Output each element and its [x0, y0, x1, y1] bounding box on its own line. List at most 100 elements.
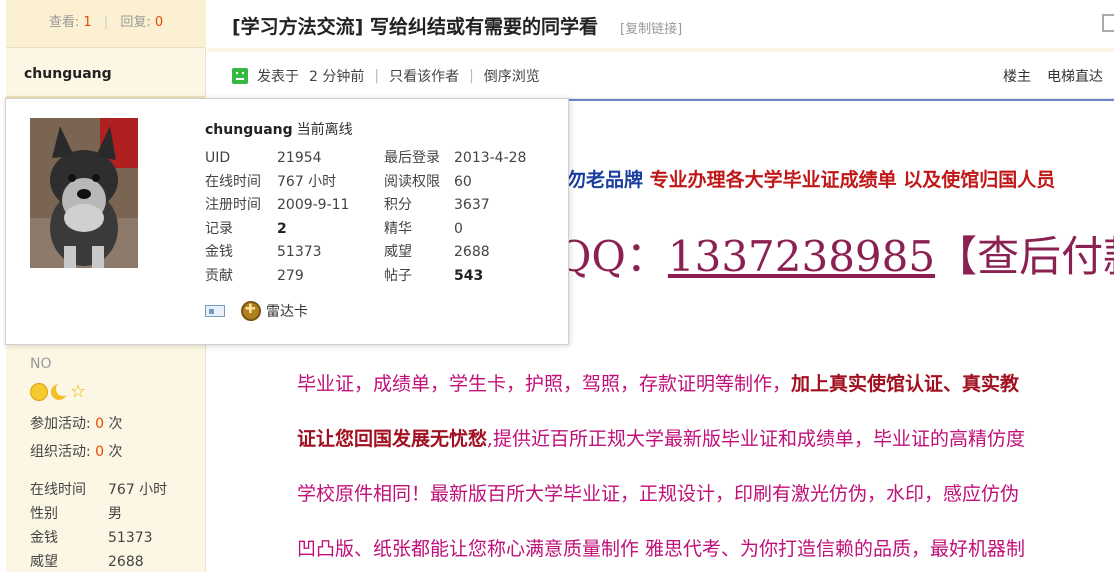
profile-key: 威望 — [30, 554, 58, 570]
post-line: 毕业证，成绩单，学生卡，护照，驾照，存款证明等制作，加上真实使馆认证、真实教 — [297, 357, 1114, 412]
info-value: 0 — [454, 220, 463, 237]
moon-medal-icon[interactable] — [50, 382, 70, 401]
meta-divider: | — [469, 68, 474, 84]
info-row: 记录 2 — [205, 218, 349, 242]
post-line: 证让您回国发展无忧愁,提供近百所正规大学最新版毕业证和成绩单，毕业证的高精仿度 — [297, 412, 1114, 467]
profile-value: 767 小时 — [108, 482, 168, 498]
stats-divider: | — [103, 15, 109, 30]
print-icon[interactable] — [1102, 14, 1114, 32]
activity-organized: 组织活动: 0 次 — [30, 438, 206, 466]
radar-card-link[interactable]: 雷达卡 — [266, 301, 308, 321]
replies-count: 0 — [154, 15, 164, 30]
info-key: 记录 — [205, 220, 233, 237]
info-key: 最后登录 — [384, 150, 440, 166]
info-value: 51373 — [277, 244, 322, 260]
post-body: 毕业证，成绩单，学生卡，护照，驾照，存款证明等制作，加上真实使馆认证、真实教 证… — [297, 357, 1114, 572]
thread-title: [学习方法交流] 写给纠结或有需要的同学看 — [232, 16, 598, 38]
info-row: 积分 3637 — [384, 194, 526, 218]
vcard-icon[interactable] — [205, 305, 225, 317]
card-info-right: 最后登录 2013-4-28 阅读权限 60 积分 3637 精华 0 威望 2688 帖… — [384, 147, 526, 288]
profile-key: 金钱 — [30, 530, 58, 546]
user-info-popup: chunguang 当前离线 UID 21954 在线时间 767 小时 注册时间 20… — [5, 98, 569, 345]
only-author-link[interactable]: 只看该作者 — [389, 66, 459, 86]
profile-key: 性别 — [30, 506, 58, 522]
card-username[interactable]: chunguang — [205, 122, 293, 138]
post-nav: 楼主 电梯直达 — [1003, 66, 1103, 86]
info-value-link[interactable]: 543 — [454, 265, 483, 289]
info-value: 60 — [454, 173, 472, 190]
info-row: 精华 0 — [384, 218, 526, 242]
star-medal-icon[interactable]: ☆ — [70, 383, 86, 401]
ad-banner-border — [537, 99, 1114, 163]
no-label: NO — [30, 356, 52, 372]
post-line-bold: 证让您回国发展无忧愁 — [297, 428, 488, 450]
profile-key: 在线时间 — [30, 482, 86, 498]
posted-label: 发表于 — [257, 69, 299, 85]
activity-joined-unit: 次 — [108, 416, 123, 432]
online-status: 当前离线 — [296, 122, 353, 138]
elevator-link[interactable]: 电梯直达 — [1047, 66, 1103, 86]
forum-thread-page: 查看: 1 | 回复: 0 chunguang NO ☆ 参加活动: 0 次 组… — [0, 0, 1114, 572]
info-value-link[interactable]: 2 — [277, 218, 287, 242]
online-status-icon — [232, 68, 248, 84]
info-key: UID — [205, 150, 231, 166]
activity-organized-count[interactable]: 0 — [95, 444, 104, 460]
info-row: 贡献 279 — [205, 265, 349, 289]
profile-value: 2688 — [108, 554, 144, 570]
info-value: 279 — [277, 267, 304, 284]
info-key: 威望 — [384, 244, 412, 260]
profile-row: 威望 2688 — [30, 550, 206, 572]
dog-avatar-image — [30, 118, 138, 268]
post-line-text: ,提供近百所正规大学最新版毕业证和成绩单，毕业证的高精仿度 — [487, 428, 1026, 450]
info-key: 在线时间 — [205, 173, 261, 190]
post-meta: 发表于 2 分钟前 | 只看该作者 | 倒序浏览 — [232, 64, 540, 88]
radar-card-icon[interactable] — [241, 301, 261, 321]
info-key: 积分 — [384, 197, 412, 213]
info-row: 帖子 543 — [384, 265, 526, 289]
ad-brand-text: 勿老品牌 — [567, 169, 644, 191]
card-info-left: UID 21954 在线时间 767 小时 注册时间 2009-9-11 记录 2 金钱… — [205, 147, 349, 288]
activity-joined: 参加活动: 0 次 — [30, 410, 206, 438]
info-key: 精华 — [384, 220, 412, 237]
info-row: 威望 2688 — [384, 241, 526, 265]
profile-row: 金钱 51373 — [30, 526, 206, 550]
ad-qq-number[interactable]: 1337238985 — [668, 232, 935, 281]
replies-label: 回复: — [120, 15, 151, 30]
profile-row: 在线时间 767 小时 — [30, 478, 206, 502]
card-actions: 雷达卡 — [205, 301, 308, 321]
card-username-line: chunguang 当前离线 — [205, 119, 353, 139]
info-row: 最后登录 2013-4-28 — [384, 147, 526, 171]
reverse-order-link[interactable]: 倒序浏览 — [484, 66, 540, 86]
info-row: 注册时间 2009-9-11 — [205, 194, 349, 218]
info-value: 2009-9-11 — [277, 197, 350, 213]
info-value: 3637 — [454, 197, 490, 213]
ad-pay-text: 【查后付款】 — [935, 232, 1114, 281]
ad-qq-label: QQ： — [557, 232, 668, 281]
info-key: 帖子 — [384, 267, 412, 284]
post-line: 学校原件相同！最新版百所大学毕业证，正规设计，印刷有激光仿伪，水印，感应仿伪 — [297, 483, 1020, 505]
activity-organized-label: 组织活动: — [30, 444, 91, 460]
meta-divider: | — [374, 68, 380, 84]
copy-link-button[interactable]: [复制链接] — [620, 18, 682, 37]
info-key: 阅读权限 — [384, 173, 440, 190]
info-value: 21954 — [277, 150, 322, 166]
sun-medal-icon[interactable] — [30, 383, 48, 401]
activity-organized-unit: 次 — [108, 444, 123, 460]
post-line-bold: 加上真实使馆认证、真实教 — [791, 373, 1020, 395]
ad-banner-line1: 勿老品牌 专业办理各大学毕业证成绩单 以及使馆归国人员 — [567, 165, 1055, 192]
activity-joined-count[interactable]: 0 — [95, 416, 104, 432]
activity-joined-label: 参加活动: — [30, 416, 91, 432]
profile-table: 在线时间 767 小时 性别 男 金钱 51373 威望 2688 贡献 2 — [30, 478, 206, 572]
ad-banner-line2: QQ：1337238985【查后付款】 — [557, 223, 1114, 284]
info-row: 在线时间 767 小时 — [205, 171, 349, 195]
author-username[interactable]: chunguang — [24, 66, 112, 82]
post-line: 凹凸版、纸张都能让您称心满意质量制作 雅思代考、为你打造信赖的品质，最好机器制 — [297, 538, 1026, 560]
avatar[interactable] — [30, 118, 138, 268]
info-value: 2013-4-28 — [454, 150, 527, 166]
info-key: 金钱 — [205, 244, 233, 260]
floor-label: 楼主 — [1003, 69, 1031, 85]
profile-value: 男 — [108, 506, 122, 522]
info-value: 767 小时 — [277, 173, 337, 190]
profile-row: 性别 男 — [30, 502, 206, 526]
info-key: 注册时间 — [205, 197, 261, 213]
